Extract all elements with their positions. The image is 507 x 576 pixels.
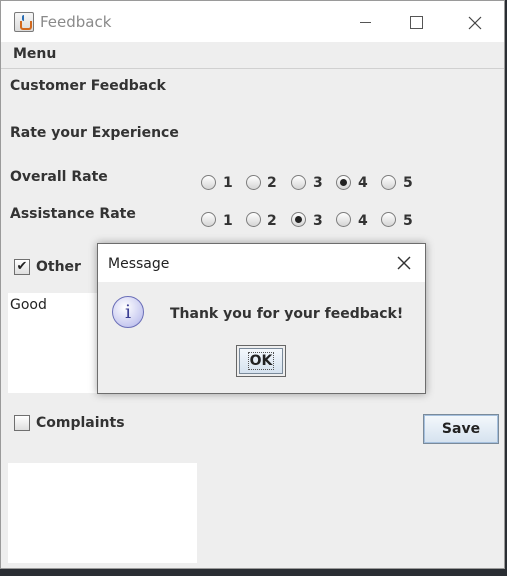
overall-rate-radio-2[interactable]	[246, 175, 261, 190]
assistance-rate-option-label: 5	[403, 213, 413, 229]
message-dialog: Message i Thank you for your feedback! O…	[97, 243, 426, 394]
assistance-rate-radio-4[interactable]	[336, 212, 351, 227]
java-cup-icon[interactable]	[14, 12, 34, 32]
overall-rate-radio-4[interactable]	[336, 175, 351, 190]
overall-rate-option-label: 2	[267, 175, 277, 191]
dialog-title-bar[interactable]: Message	[98, 244, 425, 282]
form-heading: Customer Feedback	[10, 78, 166, 94]
assistance-rate-label: Assistance Rate	[10, 206, 136, 222]
complaints-textarea[interactable]	[8, 463, 197, 563]
dialog-message: Thank you for your feedback!	[170, 306, 404, 322]
assistance-rate-radio-5[interactable]	[381, 212, 396, 227]
close-icon	[468, 16, 482, 29]
assistance-rate-option-label: 4	[358, 213, 368, 229]
complaints-checkbox[interactable]	[14, 415, 30, 431]
maximize-icon	[409, 16, 423, 29]
complaints-label: Complaints	[36, 415, 125, 431]
assistance-rate-radio-3[interactable]	[291, 212, 306, 227]
other-textarea[interactable]: Good	[8, 293, 98, 393]
overall-rate-option-label: 5	[403, 175, 413, 191]
minimize-button[interactable]	[342, 5, 388, 39]
dialog-close-button[interactable]	[395, 254, 413, 272]
other-label: Other	[36, 259, 81, 275]
other-checkbox[interactable]: ✔	[14, 259, 30, 275]
assistance-rate-option-label: 3	[313, 213, 323, 229]
ok-button-label: OK	[247, 352, 275, 370]
title-bar[interactable]: Feedback	[1, 1, 504, 42]
overall-rate-label: Overall Rate	[10, 169, 108, 185]
assistance-rate-radio-1[interactable]	[201, 212, 216, 227]
overall-rate-radio-1[interactable]	[201, 175, 216, 190]
window-title: Feedback	[40, 13, 112, 31]
info-icon: i	[112, 296, 144, 328]
close-icon	[397, 256, 411, 270]
save-button[interactable]: Save	[423, 414, 499, 444]
menu-item-menu[interactable]: Menu	[13, 46, 56, 62]
overall-rate-radio-3[interactable]	[291, 175, 306, 190]
form-subheading: Rate your Experience	[10, 125, 179, 141]
assistance-rate-radio-2[interactable]	[246, 212, 261, 227]
assistance-rate-option-label: 1	[223, 213, 233, 229]
feedback-window: Feedback Menu Customer Feedback Rate you…	[0, 0, 505, 569]
overall-rate-option-label: 1	[223, 175, 233, 191]
minimize-icon	[359, 22, 371, 23]
ok-button[interactable]: OK	[236, 345, 286, 377]
checkmark-icon: ✔	[16, 259, 28, 274]
overall-rate-option-label: 4	[358, 175, 368, 191]
overall-rate-option-label: 3	[313, 175, 323, 191]
maximize-button[interactable]	[393, 5, 439, 39]
menu-bar: Menu	[1, 42, 504, 69]
assistance-rate-option-label: 2	[267, 213, 277, 229]
close-window-button[interactable]	[452, 5, 498, 39]
overall-rate-radio-5[interactable]	[381, 175, 396, 190]
dialog-title: Message	[108, 256, 170, 272]
